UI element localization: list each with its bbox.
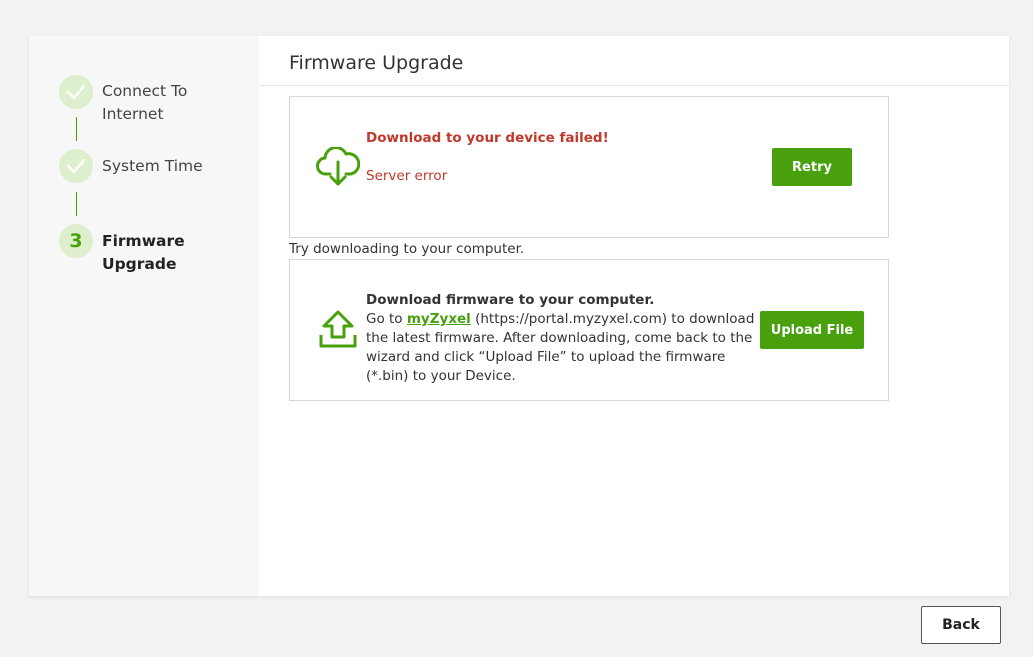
hint-text: Try downloading to your computer. [289, 241, 525, 257]
upload-icon [318, 309, 358, 353]
error-message: Server error [366, 168, 448, 184]
checkmark-icon [66, 84, 86, 100]
step-label-line: Internet [102, 105, 164, 123]
checkmark-icon [66, 158, 86, 174]
download-instructions: Download firmware to your computer. Go t… [366, 291, 761, 386]
main-header: Firmware Upgrade [259, 36, 1009, 86]
step-label-line: Connect To [102, 82, 188, 100]
step-label: Connect To Internet [102, 80, 187, 126]
step-label-line: Upgrade [102, 255, 177, 273]
download-failed-panel: Download to your device failed! Server e… [289, 96, 889, 238]
retry-button[interactable]: Retry [772, 148, 852, 186]
step-active-circle: 3 [59, 224, 93, 258]
download-to-computer-panel: Download firmware to your computer. Go t… [289, 259, 889, 401]
step-connector [76, 192, 77, 216]
step-label: System Time [102, 157, 203, 175]
step-done-circle [59, 149, 93, 183]
step-label-active: Firmware Upgrade [102, 230, 185, 276]
instructions-prefix: Go to [366, 311, 407, 327]
myzyxel-link[interactable]: myZyxel [407, 311, 471, 327]
upload-file-button[interactable]: Upload File [760, 311, 864, 349]
step-done-circle [59, 75, 93, 109]
step-connector [76, 117, 77, 141]
wizard-sidebar: Connect To Internet System Time 3 Firmwa… [29, 36, 259, 596]
download-failed-title: Download to your device failed! [366, 130, 609, 146]
step-number: 3 [69, 230, 83, 252]
page-title: Firmware Upgrade [289, 52, 464, 74]
back-button[interactable]: Back [921, 606, 1001, 644]
cloud-download-icon [316, 146, 361, 193]
download-title: Download firmware to your computer. [366, 292, 655, 308]
wizard-card: Connect To Internet System Time 3 Firmwa… [29, 36, 1009, 596]
step-label-line: Firmware [102, 232, 185, 250]
